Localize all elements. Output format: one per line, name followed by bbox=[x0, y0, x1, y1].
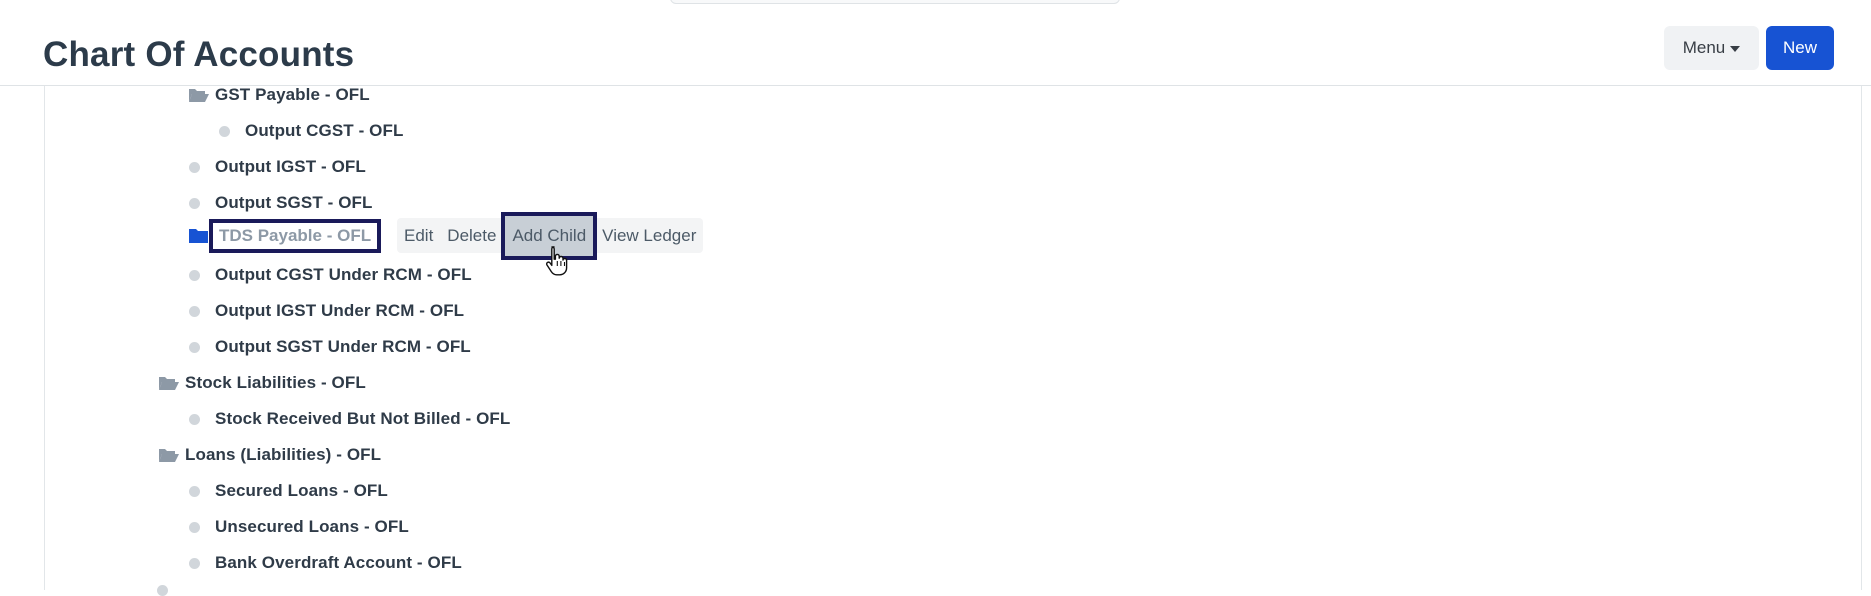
tree-node-label: Output SGST - OFL bbox=[215, 193, 373, 212]
tree-node-secured-loans[interactable]: Secured Loans - OFL bbox=[189, 476, 388, 506]
tree-node-label: GST Payable - OFL bbox=[215, 85, 370, 104]
folder-icon bbox=[189, 229, 208, 243]
leaf-dot-icon bbox=[189, 521, 200, 533]
tree-node-output-cgst[interactable]: Output CGST - OFL bbox=[219, 116, 403, 146]
tree-node-output-sgst-rcm[interactable]: Output SGST Under RCM - OFL bbox=[189, 332, 471, 362]
leaf-dot-icon bbox=[189, 161, 200, 173]
tree-node-label: Bank Overdraft Account - OFL bbox=[215, 553, 462, 572]
leaf-dot-icon bbox=[189, 269, 200, 281]
tree-node-unsecured-loans[interactable]: Unsecured Loans - OFL bbox=[189, 512, 409, 542]
page-header: Chart Of Accounts Menu New bbox=[0, 11, 1871, 86]
leaf-dot-icon bbox=[189, 485, 200, 497]
tree-node-output-cgst-rcm[interactable]: Output CGST Under RCM - OFL bbox=[189, 260, 472, 290]
tree-node-stock-received[interactable]: Stock Received But Not Billed - OFL bbox=[189, 404, 510, 434]
delete-button[interactable]: Delete bbox=[440, 218, 503, 253]
tree-node-output-igst[interactable]: Output IGST - OFL bbox=[189, 152, 366, 182]
tree-node-bank-overdraft[interactable]: Bank Overdraft Account - OFL bbox=[189, 548, 462, 578]
leaf-dot-icon bbox=[189, 197, 200, 209]
tree-node-loans[interactable]: Loans (Liabilities) - OFL bbox=[158, 440, 381, 470]
tree-node-label: Output CGST Under RCM - OFL bbox=[215, 265, 472, 284]
menu-button[interactable]: Menu bbox=[1664, 26, 1759, 70]
leaf-dot-icon bbox=[189, 557, 200, 569]
leaf-dot-icon bbox=[219, 125, 230, 137]
menu-button-label: Menu bbox=[1682, 38, 1726, 57]
tree-node-label: Unsecured Loans - OFL bbox=[215, 517, 409, 536]
caret-down-icon bbox=[1730, 46, 1741, 52]
leaf-dot-icon bbox=[189, 413, 200, 425]
page-title: Chart Of Accounts bbox=[43, 35, 355, 74]
tree-node-label: Stock Received But Not Billed - OFL bbox=[215, 409, 511, 428]
tree-node-label: Output CGST - OFL bbox=[245, 121, 404, 140]
leaf-dot-icon bbox=[157, 585, 168, 596]
tree-node-label: Secured Loans - OFL bbox=[215, 481, 388, 500]
new-button[interactable]: New bbox=[1766, 26, 1834, 70]
folder-open-icon bbox=[159, 377, 179, 390]
view-ledger-button[interactable]: View Ledger bbox=[595, 218, 703, 253]
search-bar[interactable] bbox=[670, 0, 1120, 4]
folder-open-icon bbox=[189, 89, 209, 102]
tree-node-gst-payable[interactable]: GST Payable - OFL bbox=[188, 80, 370, 110]
tree-node-label: Loans (Liabilities) - OFL bbox=[185, 445, 382, 464]
tree-node-label: Stock Liabilities - OFL bbox=[185, 373, 366, 392]
tree-node-label-selected: TDS Payable - OFL bbox=[209, 219, 382, 253]
tree-node-label: Output SGST Under RCM - OFL bbox=[215, 337, 471, 356]
hand-pointer-icon bbox=[545, 246, 568, 276]
tree-node-label: Output IGST - OFL bbox=[215, 157, 366, 176]
tree-node-output-sgst[interactable]: Output SGST - OFL bbox=[189, 188, 373, 218]
tree-node-tds-payable[interactable]: TDS Payable - OFL bbox=[188, 219, 382, 253]
tree-node-stock-liabilities[interactable]: Stock Liabilities - OFL bbox=[158, 368, 366, 398]
edit-button[interactable]: Edit bbox=[397, 218, 440, 253]
leaf-dot-icon bbox=[189, 305, 200, 317]
tree-node-label: Output IGST Under RCM - OFL bbox=[215, 301, 465, 320]
tree-node-output-igst-rcm[interactable]: Output IGST Under RCM - OFL bbox=[189, 296, 464, 326]
folder-open-icon bbox=[159, 449, 179, 462]
leaf-dot-icon bbox=[189, 341, 200, 353]
